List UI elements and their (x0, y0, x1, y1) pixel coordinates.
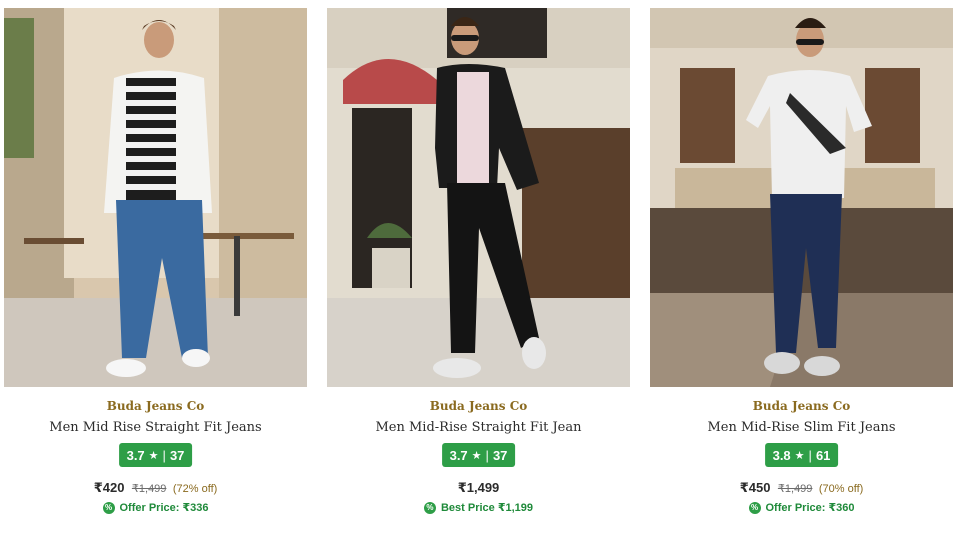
rating-value: 3.7 (126, 447, 145, 463)
price-row: ₹420 ₹1,499 (72% off) (4, 479, 307, 497)
rating-badge: 3.7 ★ | 37 (441, 443, 516, 467)
brand-name[interactable]: Buda Jeans Co (327, 399, 630, 413)
offer-tag-icon: % (748, 501, 761, 514)
review-count: 61 (815, 447, 831, 463)
brand-name[interactable]: Buda Jeans Co (4, 399, 307, 413)
product-image[interactable] (650, 8, 953, 387)
price-row: ₹1,499 (327, 479, 630, 497)
offer-price: Offer Price: ₹336 (119, 502, 209, 514)
best-price: Best Price ₹1,199 (440, 502, 534, 514)
original-price: ₹1,499 (777, 483, 813, 495)
star-icon: ★ (148, 449, 159, 462)
original-price: ₹1,499 (131, 483, 167, 495)
sale-price: ₹1,499 (457, 480, 500, 495)
product-image[interactable] (4, 8, 307, 387)
offer-tag-icon: % (102, 501, 115, 514)
review-count: 37 (492, 447, 508, 463)
price-row: ₹450 ₹1,499 (70% off) (650, 479, 953, 497)
product-card[interactable]: Buda Jeans Co Men Mid-Rise Slim Fit Jean… (650, 8, 953, 538)
product-title[interactable]: Men Mid Rise Straight Fit Jeans (4, 420, 307, 435)
product-title[interactable]: Men Mid-Rise Slim Fit Jeans (650, 420, 953, 435)
star-icon: ★ (794, 449, 805, 462)
brand-name[interactable]: Buda Jeans Co (650, 399, 953, 413)
rating-value: 3.8 (772, 447, 791, 463)
sale-price: ₹450 (739, 480, 771, 495)
rating-badge: 3.8 ★ | 61 (764, 443, 839, 467)
rating-value: 3.7 (449, 447, 468, 463)
offer-tag-icon: % (423, 501, 436, 514)
star-icon: ★ (471, 449, 482, 462)
offer-price: Offer Price: ₹360 (765, 502, 855, 514)
discount-percent: (70% off) (818, 483, 864, 495)
product-title[interactable]: Men Mid-Rise Straight Fit Jean (327, 420, 630, 435)
rating-separator: | (162, 447, 166, 463)
rating-separator: | (485, 447, 489, 463)
offer-row: % Offer Price: ₹336 (4, 501, 307, 514)
discount-percent: (72% off) (172, 483, 218, 495)
review-count: 37 (169, 447, 185, 463)
sale-price: ₹420 (93, 480, 125, 495)
rating-separator: | (808, 447, 812, 463)
offer-row: % Best Price ₹1,199 (327, 501, 630, 514)
product-card[interactable]: Buda Jeans Co Men Mid-Rise Straight Fit … (327, 8, 630, 538)
product-card[interactable]: Buda Jeans Co Men Mid Rise Straight Fit … (4, 8, 307, 538)
offer-row: % Offer Price: ₹360 (650, 501, 953, 514)
rating-badge: 3.7 ★ | 37 (118, 443, 193, 467)
product-image[interactable] (327, 8, 630, 387)
